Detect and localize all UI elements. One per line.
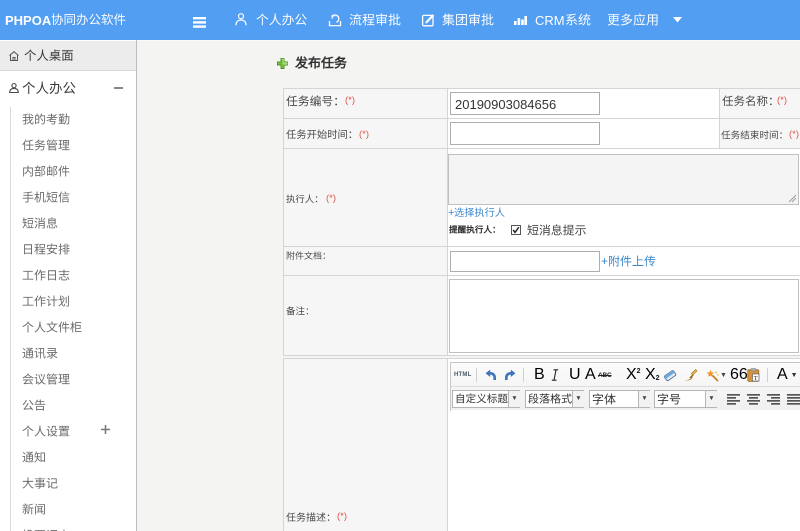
svg-text:T: T (754, 375, 758, 382)
